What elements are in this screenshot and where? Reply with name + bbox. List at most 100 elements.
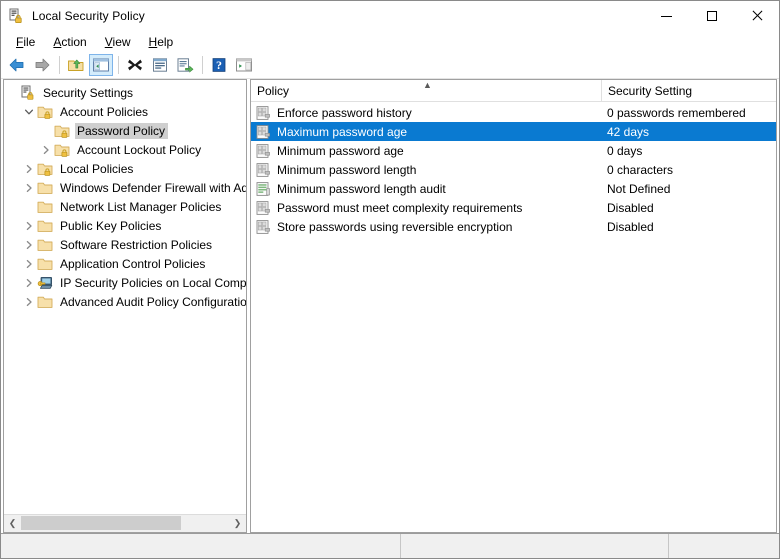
tree-item-security-settings[interactable]: Security Settings [4, 83, 246, 102]
properties-button[interactable] [148, 54, 172, 76]
show-hide-console-tree-button[interactable] [89, 54, 113, 76]
folder-lock-icon [54, 142, 70, 158]
console-tree-pane: Security Settings Account Policies Passwor… [3, 79, 247, 533]
console-tree[interactable]: Security Settings Account Policies Passwor… [4, 80, 246, 514]
maximize-button[interactable] [689, 1, 734, 31]
help-button[interactable]: ? [207, 54, 231, 76]
tree-item-label: Application Control Policies [60, 256, 206, 271]
menu-view[interactable]: View [96, 33, 140, 51]
tree-item-label: Software Restriction Policies [60, 237, 213, 252]
chevron-right-icon[interactable] [38, 140, 54, 159]
minimize-button[interactable] [644, 1, 689, 31]
folder-icon [37, 294, 53, 310]
policy-list[interactable]: Enforce password history 0 passwords reme… [251, 102, 776, 532]
up-one-level-button[interactable] [64, 54, 88, 76]
local-security-policy-window: Local Security Policy File Action View H… [0, 0, 780, 559]
svg-text:?: ? [216, 58, 222, 72]
ip-security-icon [37, 275, 53, 291]
tree-item-local-policies[interactable]: Local Policies [4, 159, 246, 178]
menu-help[interactable]: Help [140, 33, 183, 51]
chevron-right-icon[interactable] [21, 178, 37, 197]
tree-item-software-restriction-policies[interactable]: Software Restriction Policies [4, 235, 246, 254]
status-segment-main [1, 534, 401, 558]
security-settings-icon [20, 85, 36, 101]
chevron-right-icon[interactable] [21, 292, 37, 311]
policy-name-cell: Minimum password length [251, 162, 601, 178]
scroll-left-button[interactable]: ❮ [4, 515, 21, 532]
menu-file[interactable]: File [7, 33, 44, 51]
policy-row[interactable]: Minimum password length 0 characters [251, 160, 776, 179]
scroll-thumb[interactable] [21, 516, 181, 530]
chevron-right-icon[interactable] [21, 159, 37, 178]
toolbar-separator [59, 56, 60, 74]
folder-lock-icon [54, 123, 70, 139]
tree-item-windows-defender-firewall-with-adva[interactable]: Windows Defender Firewall with Adva [4, 178, 246, 197]
console-tree-icon [93, 58, 109, 72]
column-header-policy[interactable]: Policy ▲ [251, 80, 601, 101]
properties-icon [153, 58, 167, 72]
policy-row[interactable]: Minimum password age 0 days [251, 141, 776, 160]
close-button[interactable] [734, 1, 779, 31]
chevron-right-icon[interactable] [21, 254, 37, 273]
folder-icon [37, 180, 53, 196]
folder-lock-icon [37, 104, 53, 120]
chevron-right-icon[interactable] [21, 216, 37, 235]
delete-x-icon [128, 59, 142, 71]
policy-setting-icon [255, 105, 271, 121]
tree-item-network-list-manager-policies[interactable]: Network List Manager Policies [4, 197, 246, 216]
policy-setting-icon [255, 124, 271, 140]
chevron-down-icon[interactable] [21, 102, 37, 121]
tree-item-label: Windows Defender Firewall with Adva [60, 180, 246, 195]
policy-row[interactable]: Maximum password age 42 days [251, 122, 776, 141]
policy-setting-icon [255, 162, 271, 178]
folder-icon [37, 256, 53, 272]
tree-item-label: Local Policies [60, 161, 134, 176]
tree-item-advanced-audit-policy-configuration[interactable]: Advanced Audit Policy Configuration [4, 292, 246, 311]
tree-item-label: Network List Manager Policies [60, 199, 222, 214]
security-setting-cell: 42 days [607, 124, 650, 139]
tree-item-label: Password Policy [75, 122, 169, 139]
export-list-icon [177, 58, 194, 73]
column-header-security-setting[interactable]: Security Setting [601, 80, 776, 101]
chevron-right-icon[interactable] [21, 235, 37, 254]
window-controls [644, 1, 779, 31]
tree-item-public-key-policies[interactable]: Public Key Policies [4, 216, 246, 235]
show-action-pane-button[interactable] [232, 54, 256, 76]
policy-name-cell: Password must meet complexity requiremen… [251, 200, 601, 216]
policy-row[interactable]: Enforce password history 0 passwords reme… [251, 103, 776, 122]
policy-setting-icon [255, 143, 271, 159]
policy-row[interactable]: Store passwords using reversible encrypt… [251, 217, 776, 236]
window-title: Local Security Policy [32, 9, 145, 23]
list-header: Policy ▲ Security Setting [251, 80, 776, 102]
status-segment-tertiary [669, 534, 779, 558]
security-setting-cell: Disabled [607, 200, 654, 215]
policy-setting-icon [255, 219, 271, 235]
tree-item-application-control-policies[interactable]: Application Control Policies [4, 254, 246, 273]
security-setting-cell: Not Defined [607, 181, 671, 196]
policy-row[interactable]: Minimum password length audit Not Defined [251, 179, 776, 198]
tree-item-account-policies[interactable]: Account Policies [4, 102, 246, 121]
policy-name-label: Minimum password length audit [277, 181, 446, 196]
scroll-right-button[interactable]: ❯ [229, 515, 246, 532]
back-button[interactable] [5, 54, 29, 76]
tree-item-password-policy[interactable]: Password Policy [4, 121, 246, 140]
tree-horizontal-scrollbar[interactable]: ❮ ❯ [4, 514, 246, 532]
export-list-button[interactable] [173, 54, 197, 76]
policy-audit-icon [255, 181, 271, 197]
folder-icon [37, 218, 53, 234]
policy-row[interactable]: Password must meet complexity requiremen… [251, 198, 776, 217]
forward-button[interactable] [30, 54, 54, 76]
action-pane-icon [236, 58, 252, 72]
scroll-track[interactable] [21, 515, 229, 532]
chevron-right-icon[interactable] [21, 273, 37, 292]
tree-item-account-lockout-policy[interactable]: Account Lockout Policy [4, 140, 246, 159]
tree-item-label: Account Lockout Policy [77, 142, 202, 157]
tree-item-ip-security-policies-on-local-compute[interactable]: IP Security Policies on Local Compute [4, 273, 246, 292]
menu-action[interactable]: Action [44, 33, 95, 51]
policy-name-label: Minimum password age [277, 143, 404, 158]
delete-button[interactable] [123, 54, 147, 76]
folder-up-icon [68, 59, 84, 71]
policy-list-pane: Policy ▲ Security Setting Enforce passwo… [250, 79, 777, 533]
